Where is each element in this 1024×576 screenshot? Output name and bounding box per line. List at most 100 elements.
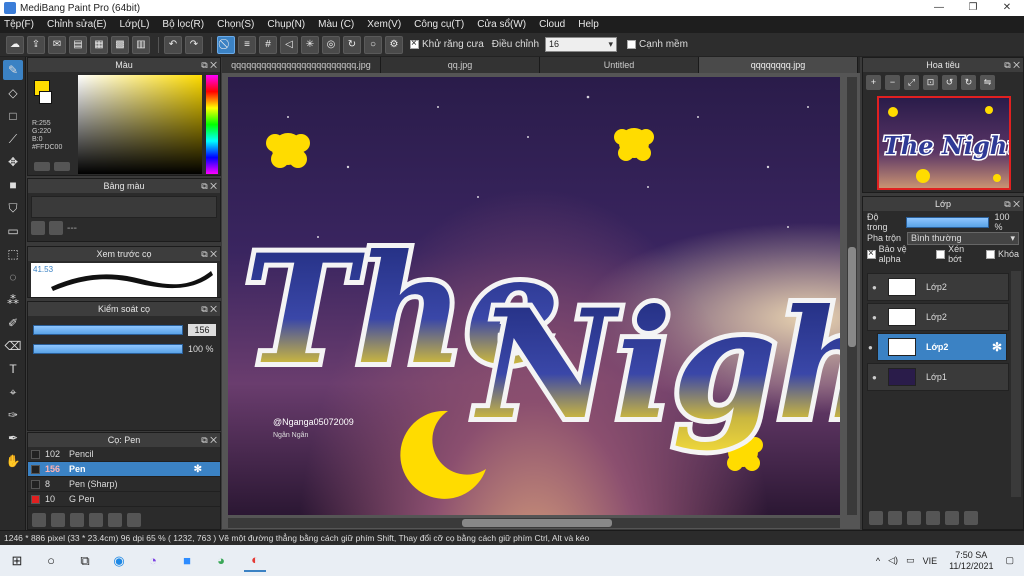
menu-file[interactable]: Tệp(F) bbox=[4, 19, 34, 30]
input-language[interactable]: VIE bbox=[923, 556, 938, 566]
vanish-snap-icon[interactable]: ◁ bbox=[280, 35, 298, 54]
task-view-icon[interactable]: ⧉ bbox=[74, 550, 96, 572]
grid-panel-icon[interactable]: ▩ bbox=[111, 35, 129, 54]
palette-area[interactable] bbox=[31, 196, 217, 218]
pen-tool-icon[interactable]: ✒ bbox=[3, 428, 23, 448]
shape-tool-icon[interactable]: □ bbox=[3, 106, 23, 126]
clipping-checkbox[interactable] bbox=[936, 249, 946, 259]
eye-icon[interactable]: ● bbox=[872, 373, 877, 382]
clock[interactable]: 7:50 SA 11/12/2021 bbox=[949, 550, 993, 572]
menu-color[interactable]: Màu (C) bbox=[318, 19, 354, 30]
panel-icon[interactable]: ▤ bbox=[69, 35, 87, 54]
ring-snap-icon[interactable]: ○ bbox=[364, 35, 382, 54]
gear-icon[interactable]: ✻ bbox=[992, 340, 1002, 354]
hue-slider[interactable] bbox=[206, 75, 218, 174]
zoom-out-icon[interactable]: − bbox=[885, 75, 900, 90]
merge-layer-icon[interactable] bbox=[964, 511, 978, 525]
cloud-icon[interactable]: ☁ bbox=[6, 35, 24, 54]
adjust-select[interactable]: 16 bbox=[545, 37, 618, 52]
antialias-toggle[interactable]: Khử răng cưa bbox=[410, 38, 484, 50]
canvas-vertical-scrollbar[interactable] bbox=[847, 77, 857, 515]
menu-view[interactable]: Xem(V) bbox=[367, 19, 401, 30]
menu-edit[interactable]: Chỉnh sửa(E) bbox=[47, 19, 107, 30]
new-brush-icon[interactable] bbox=[51, 513, 65, 527]
select-eraser-tool-icon[interactable]: ⌫ bbox=[3, 336, 23, 356]
upload-brush-icon[interactable] bbox=[32, 513, 46, 527]
fill-rect-tool-icon[interactable]: ■ bbox=[3, 175, 23, 195]
text-tool-icon[interactable]: T bbox=[3, 359, 23, 379]
windows-start-icon[interactable]: ⊞ bbox=[6, 550, 28, 572]
layer-item[interactable]: ● Lớp1 bbox=[867, 363, 1009, 391]
drawing-canvas[interactable]: The Nights @Nganga05072009 Ngân Ngân bbox=[228, 77, 840, 515]
gear-icon[interactable]: ✻ bbox=[194, 464, 202, 475]
add-layer-menu-icon[interactable] bbox=[926, 511, 940, 525]
hand-tool-icon[interactable]: ✋ bbox=[3, 451, 23, 471]
saturation-value-picker[interactable] bbox=[78, 75, 202, 174]
document-icon[interactable]: ▦ bbox=[90, 35, 108, 54]
edge-browser-icon[interactable]: ◉ bbox=[108, 550, 130, 572]
chevron-up-icon[interactable]: ^ bbox=[876, 556, 880, 566]
eye-icon[interactable]: ● bbox=[872, 313, 877, 322]
brush-item[interactable]: 102 Pencil bbox=[28, 447, 220, 462]
menu-filter[interactable]: Bộ lọc(R) bbox=[162, 19, 204, 30]
snap-off-icon[interactable]: ⃠ bbox=[217, 35, 235, 54]
brush-opacity-slider[interactable] bbox=[33, 344, 183, 354]
antialias-checkbox[interactable] bbox=[410, 38, 419, 49]
menu-snap[interactable]: Chụp(N) bbox=[267, 19, 305, 30]
menu-cloud[interactable]: Cloud bbox=[539, 19, 565, 30]
tab-document[interactable]: Untitled bbox=[540, 57, 699, 73]
new-layer-icon[interactable] bbox=[869, 511, 883, 525]
layer-item[interactable]: ● Lớp2 bbox=[867, 273, 1009, 301]
copy-layer-icon[interactable] bbox=[907, 511, 921, 525]
select-pen-tool-icon[interactable]: ✐ bbox=[3, 313, 23, 333]
layer-list-scrollbar[interactable] bbox=[1011, 271, 1021, 497]
panel-close-icon[interactable]: ⧉ ✕ bbox=[201, 302, 217, 316]
curve-snap-icon[interactable]: ↻ bbox=[343, 35, 361, 54]
background-swatch[interactable] bbox=[39, 91, 52, 104]
folder-icon[interactable] bbox=[89, 513, 103, 527]
brush-size-slider[interactable] bbox=[33, 325, 183, 335]
add-brush-icon[interactable] bbox=[70, 513, 84, 527]
layer-opacity-slider[interactable] bbox=[906, 216, 989, 228]
eyedropper-tool-icon[interactable]: ✑ bbox=[3, 405, 23, 425]
circle-snap-icon[interactable]: ◎ bbox=[322, 35, 340, 54]
tab-document-active[interactable]: qqqqqqqq.jpg bbox=[699, 57, 858, 73]
menu-layer[interactable]: Lớp(L) bbox=[120, 19, 150, 30]
notification-icon[interactable]: ▢ bbox=[1005, 555, 1014, 566]
zoom-app-icon[interactable]: ■ bbox=[176, 550, 198, 572]
select-rect-tool-icon[interactable]: ⬚ bbox=[3, 244, 23, 264]
tab-document[interactable]: qq.jpg bbox=[381, 57, 540, 73]
panel-close-icon[interactable]: ⧉ ✕ bbox=[201, 247, 217, 261]
coccoc-browser-icon[interactable]: ◕ bbox=[210, 550, 232, 572]
lock-checkbox[interactable] bbox=[986, 249, 995, 259]
fit-icon[interactable]: ⤢ bbox=[904, 75, 919, 90]
panel-close-icon[interactable]: ⧉ ✕ bbox=[1004, 197, 1020, 211]
brush-item-selected[interactable]: 156 Pen ✻ bbox=[28, 462, 220, 477]
actual-size-icon[interactable]: ⊡ bbox=[923, 75, 938, 90]
brush-item[interactable]: 10 G Pen bbox=[28, 492, 220, 507]
minimize-button[interactable]: — bbox=[922, 0, 956, 16]
gear-icon[interactable]: ⚙ bbox=[385, 35, 403, 54]
brush-tool-icon[interactable]: ✎ bbox=[3, 60, 23, 80]
layer-item-selected[interactable]: ● Lớp2 ✻ bbox=[868, 333, 1007, 361]
new-halftone-layer-icon[interactable] bbox=[888, 511, 902, 525]
messenger-icon[interactable]: ◔ bbox=[142, 550, 164, 572]
panel-close-icon[interactable]: ⧉ ✕ bbox=[201, 58, 217, 72]
gradient-tool-icon[interactable]: ▭ bbox=[3, 221, 23, 241]
menu-help[interactable]: Help bbox=[578, 19, 599, 30]
redo-icon[interactable]: ↷ bbox=[185, 35, 203, 54]
comment-icon[interactable]: ✉ bbox=[48, 35, 66, 54]
layer-item[interactable]: ● Lớp2 bbox=[867, 303, 1009, 331]
delete-palette-icon[interactable] bbox=[49, 221, 63, 235]
line-tool-icon[interactable]: ⟋ bbox=[3, 129, 23, 149]
smooth-toggle[interactable]: Cạnh mềm bbox=[627, 39, 688, 50]
search-icon[interactable]: ○ bbox=[40, 550, 62, 572]
magic-wand-tool-icon[interactable]: ⁂ bbox=[3, 290, 23, 310]
rotate-left-icon[interactable]: ↺ bbox=[942, 75, 957, 90]
duplicate-brush-icon[interactable] bbox=[108, 513, 122, 527]
radial-snap-icon[interactable]: ✳ bbox=[301, 35, 319, 54]
navigator-thumbnail[interactable]: The Nights bbox=[877, 96, 1011, 190]
menu-select[interactable]: Chọn(S) bbox=[217, 19, 254, 30]
network-icon[interactable]: ▭ bbox=[906, 555, 915, 566]
smooth-checkbox[interactable] bbox=[627, 40, 637, 49]
